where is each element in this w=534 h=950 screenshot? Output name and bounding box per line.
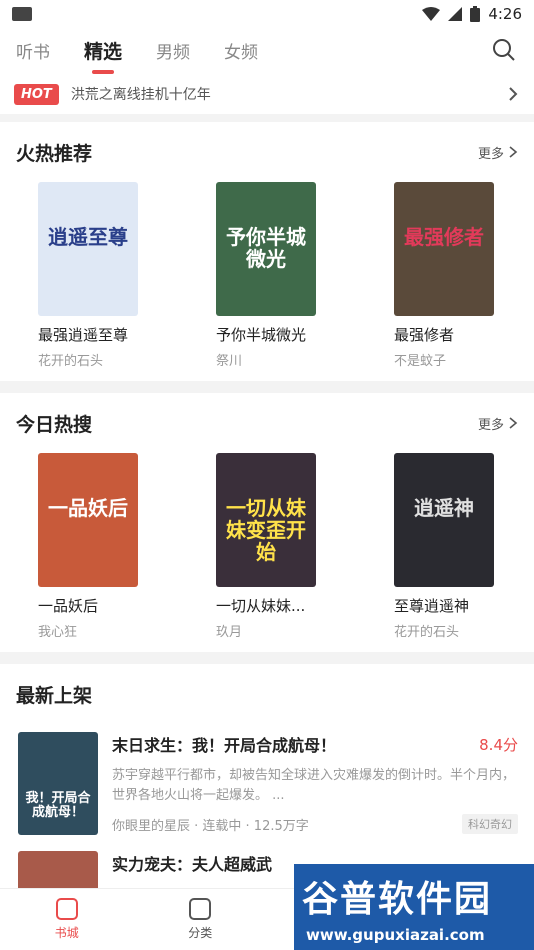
tab-male[interactable]: 男频 bbox=[156, 38, 190, 63]
book-cover: 予你半城微光 bbox=[216, 182, 316, 316]
book-score: 8.4分 bbox=[479, 735, 518, 754]
chevron-right-icon bbox=[509, 417, 518, 429]
nav-category[interactable]: 分类 bbox=[134, 889, 268, 950]
cover-title: 一切从妹妹变歪开始 bbox=[226, 496, 306, 564]
more-label: 更多 bbox=[477, 417, 504, 433]
section-title: 火热推荐 bbox=[16, 142, 93, 165]
watermark-logo: 谷普软件园 www.gupuxiazai.com bbox=[294, 864, 534, 950]
book-cover: 我！开局合成航母！ bbox=[18, 732, 98, 835]
book-title: 一品妖后 bbox=[38, 597, 99, 615]
app-notification-icon bbox=[12, 7, 32, 21]
more-button[interactable]: 更多 bbox=[478, 143, 518, 162]
nav-label: 分类 bbox=[188, 926, 213, 940]
nav-label: 书城 bbox=[54, 926, 79, 940]
status-bar: 4:26 bbox=[0, 0, 534, 28]
more-label: 更多 bbox=[477, 146, 504, 162]
book-meta: 你眼里的星辰 · 连载中 · 12.5万字 bbox=[112, 818, 309, 834]
hot-badge: HOT bbox=[14, 83, 59, 105]
book-title: 至尊逍遥神 bbox=[394, 597, 470, 615]
book-author: 花开的石头 bbox=[38, 354, 104, 369]
genre-tag: 科幻奇幻 bbox=[462, 814, 518, 834]
cover-title: 逍遥神 bbox=[414, 496, 474, 520]
section-divider bbox=[0, 652, 534, 664]
book-title: 予你半城微光 bbox=[216, 326, 307, 344]
book-author: 玖月 bbox=[216, 625, 243, 640]
hot-text: 洪荒之离线挂机十亿年 bbox=[70, 87, 211, 103]
book-card[interactable]: 逍遥至尊最强逍遥至尊 花开的石头 bbox=[38, 182, 138, 369]
tab-female[interactable]: 女频 bbox=[224, 38, 258, 63]
book-author: 不是蚊子 bbox=[394, 354, 447, 369]
book-card[interactable]: 最强修者 最强修者 不是蚊子 bbox=[394, 182, 494, 369]
watermark-text: 谷普软件园 bbox=[302, 879, 493, 920]
nav-bookstore[interactable]: 书城 bbox=[0, 889, 134, 950]
book-title: 最强修者 bbox=[394, 326, 455, 344]
book-cover: 一品妖后 bbox=[38, 453, 138, 587]
book-title: 实力宠夫：夫人超威武 bbox=[112, 855, 273, 874]
section-title: 今日热搜 bbox=[16, 413, 93, 436]
tab-featured[interactable]: 精选 bbox=[84, 37, 122, 64]
cover-title: 一品妖后 bbox=[48, 496, 128, 520]
section-hot-recommend: 火热推荐 更多 逍遥至尊 最强逍遥至尊 花开的石头 予你半城微光 予你半城微光 祭川 最强修… bbox=[0, 122, 534, 381]
section-title: 最新上架 bbox=[16, 684, 93, 707]
book-cover: 最强修者 bbox=[394, 182, 494, 316]
book-cover: 逍遥至尊 bbox=[38, 182, 138, 316]
book-card[interactable]: 一切从妹妹变歪开始一切从妹妹... 玖月 bbox=[216, 453, 316, 640]
cover-title: 最强修者 bbox=[404, 225, 484, 249]
cover-title: 我！开局合成航母！ bbox=[25, 791, 91, 821]
book-card[interactable]: 一品妖后 一品妖后 我心狂 bbox=[38, 453, 138, 640]
book-title: 末日求生：我！开局合成航母！ bbox=[112, 736, 337, 755]
hot-banner[interactable]: HOT 洪荒之离线挂机十亿年 bbox=[0, 74, 534, 114]
book-author: 祭川 bbox=[216, 354, 243, 369]
cover-title: 予你半城微光 bbox=[226, 225, 306, 271]
book-title: 最强逍遥至尊 bbox=[38, 326, 129, 344]
section-today-hot: 今日热搜 更多 一品妖后 一品妖后 我心狂 一切从妹妹变歪开始 一切从妹妹... 玖月 逍遥… bbox=[0, 393, 534, 652]
section-divider bbox=[0, 114, 534, 122]
list-item[interactable]: 我！开局合成航母！ 末日求生：我！开局合成航母！ 8.4分 苏宇穿越平行都市，却… bbox=[0, 724, 534, 843]
chevron-right-icon bbox=[509, 146, 518, 158]
book-cover: 一切从妹妹变歪开始 bbox=[216, 453, 316, 587]
top-tabs: 听书 精选 男频 女频 bbox=[0, 28, 534, 72]
book-author: 我心狂 bbox=[38, 625, 78, 640]
bookstore-icon bbox=[55, 898, 78, 920]
chevron-right-icon bbox=[509, 87, 518, 101]
category-icon bbox=[189, 898, 212, 920]
wifi-icon bbox=[422, 7, 441, 21]
book-author: 花开的石头 bbox=[394, 625, 460, 640]
book-title: 一切从妹妹... bbox=[216, 597, 306, 615]
battery-icon bbox=[470, 6, 481, 22]
more-button[interactable]: 更多 bbox=[478, 414, 518, 433]
book-cover: 逍遥神 bbox=[394, 453, 494, 587]
signal-icon bbox=[448, 7, 463, 21]
search-icon[interactable] bbox=[492, 38, 516, 62]
section-divider bbox=[0, 381, 534, 393]
book-card[interactable]: 逍遥神至尊逍遥神花开的石头 bbox=[394, 453, 494, 640]
book-description: 苏宇穿越平行都市，却被告知全球进入灾难爆发的倒计时。半个月内，世界各地火山将一起… bbox=[112, 768, 516, 803]
cover-title: 逍遥至尊 bbox=[48, 225, 128, 249]
book-card[interactable]: 予你半城微光 予你半城微光 祭川 bbox=[216, 182, 316, 369]
watermark-url: www.gupuxiazai.com bbox=[306, 926, 485, 944]
tab-listen[interactable]: 听书 bbox=[16, 38, 50, 63]
clock: 4:26 bbox=[488, 5, 522, 23]
